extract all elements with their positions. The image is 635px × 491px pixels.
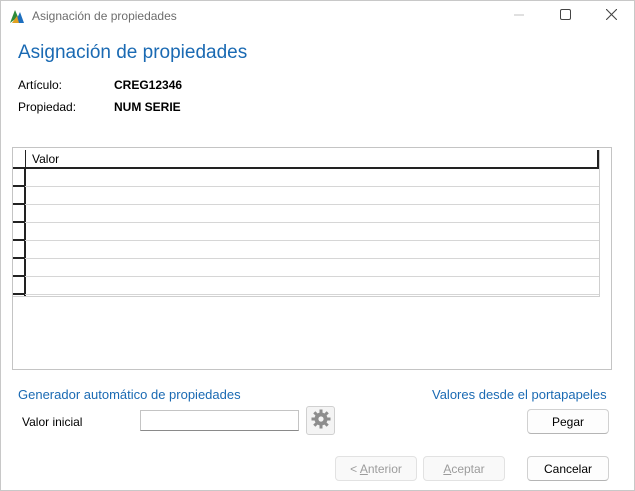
paste-button-label: Pegar — [551, 414, 585, 429]
articulo-value: CREG12346 — [114, 78, 183, 92]
table-row[interactable] — [13, 241, 599, 259]
table-row[interactable] — [13, 205, 599, 223]
window-title: Asignación de propiedades — [32, 9, 177, 23]
table-row[interactable] — [13, 259, 599, 277]
page-title: Asignación de propiedades — [18, 42, 248, 63]
values-grid-panel: Valor — [12, 147, 612, 370]
cancel-button[interactable]: Cancelar — [527, 456, 609, 481]
generate-button[interactable] — [306, 406, 335, 435]
accept-button[interactable]: Aceptar — [423, 456, 505, 481]
paste-button[interactable]: Pegar — [527, 409, 609, 434]
app-logo-icon — [9, 8, 25, 24]
propiedad-label: Propiedad: — [18, 100, 77, 114]
valor-inicial-input[interactable] — [140, 410, 299, 431]
grid-header-end — [597, 150, 599, 167]
gear-icon — [310, 408, 332, 433]
close-button[interactable] — [588, 1, 634, 31]
cancel-button-label: Cancelar — [543, 461, 593, 476]
table-row[interactable] — [13, 169, 599, 187]
values-grid[interactable]: Valor — [13, 150, 600, 297]
articulo-label: Artículo: — [18, 78, 63, 92]
previous-button-label: < Anterior — [350, 461, 402, 476]
grid-corner[interactable] — [13, 150, 26, 167]
dialog-window: Asignación de propiedades Asignación de … — [0, 0, 635, 491]
table-row[interactable] — [13, 187, 599, 205]
minimize-icon — [514, 9, 524, 23]
clipboard-title: Valores desde el portapapeles — [432, 387, 607, 402]
close-icon — [605, 8, 617, 23]
row-selector[interactable] — [13, 293, 25, 295]
table-row[interactable] — [13, 223, 599, 241]
propiedad-value: NUM SERIE — [114, 100, 181, 114]
title-bar[interactable]: Asignación de propiedades — [1, 1, 634, 31]
previous-button[interactable]: < Anterior — [335, 456, 417, 481]
valor-inicial-label: Valor inicial — [22, 415, 83, 429]
maximize-icon — [559, 9, 571, 23]
accept-button-label: Aceptar — [443, 461, 485, 476]
generator-title: Generador automático de propiedades — [18, 387, 241, 402]
column-header-valor[interactable]: Valor — [32, 152, 59, 166]
maximize-button[interactable] — [542, 1, 588, 31]
minimize-button[interactable] — [496, 1, 542, 31]
grid-header: Valor — [13, 150, 599, 169]
table-row[interactable] — [13, 277, 599, 295]
